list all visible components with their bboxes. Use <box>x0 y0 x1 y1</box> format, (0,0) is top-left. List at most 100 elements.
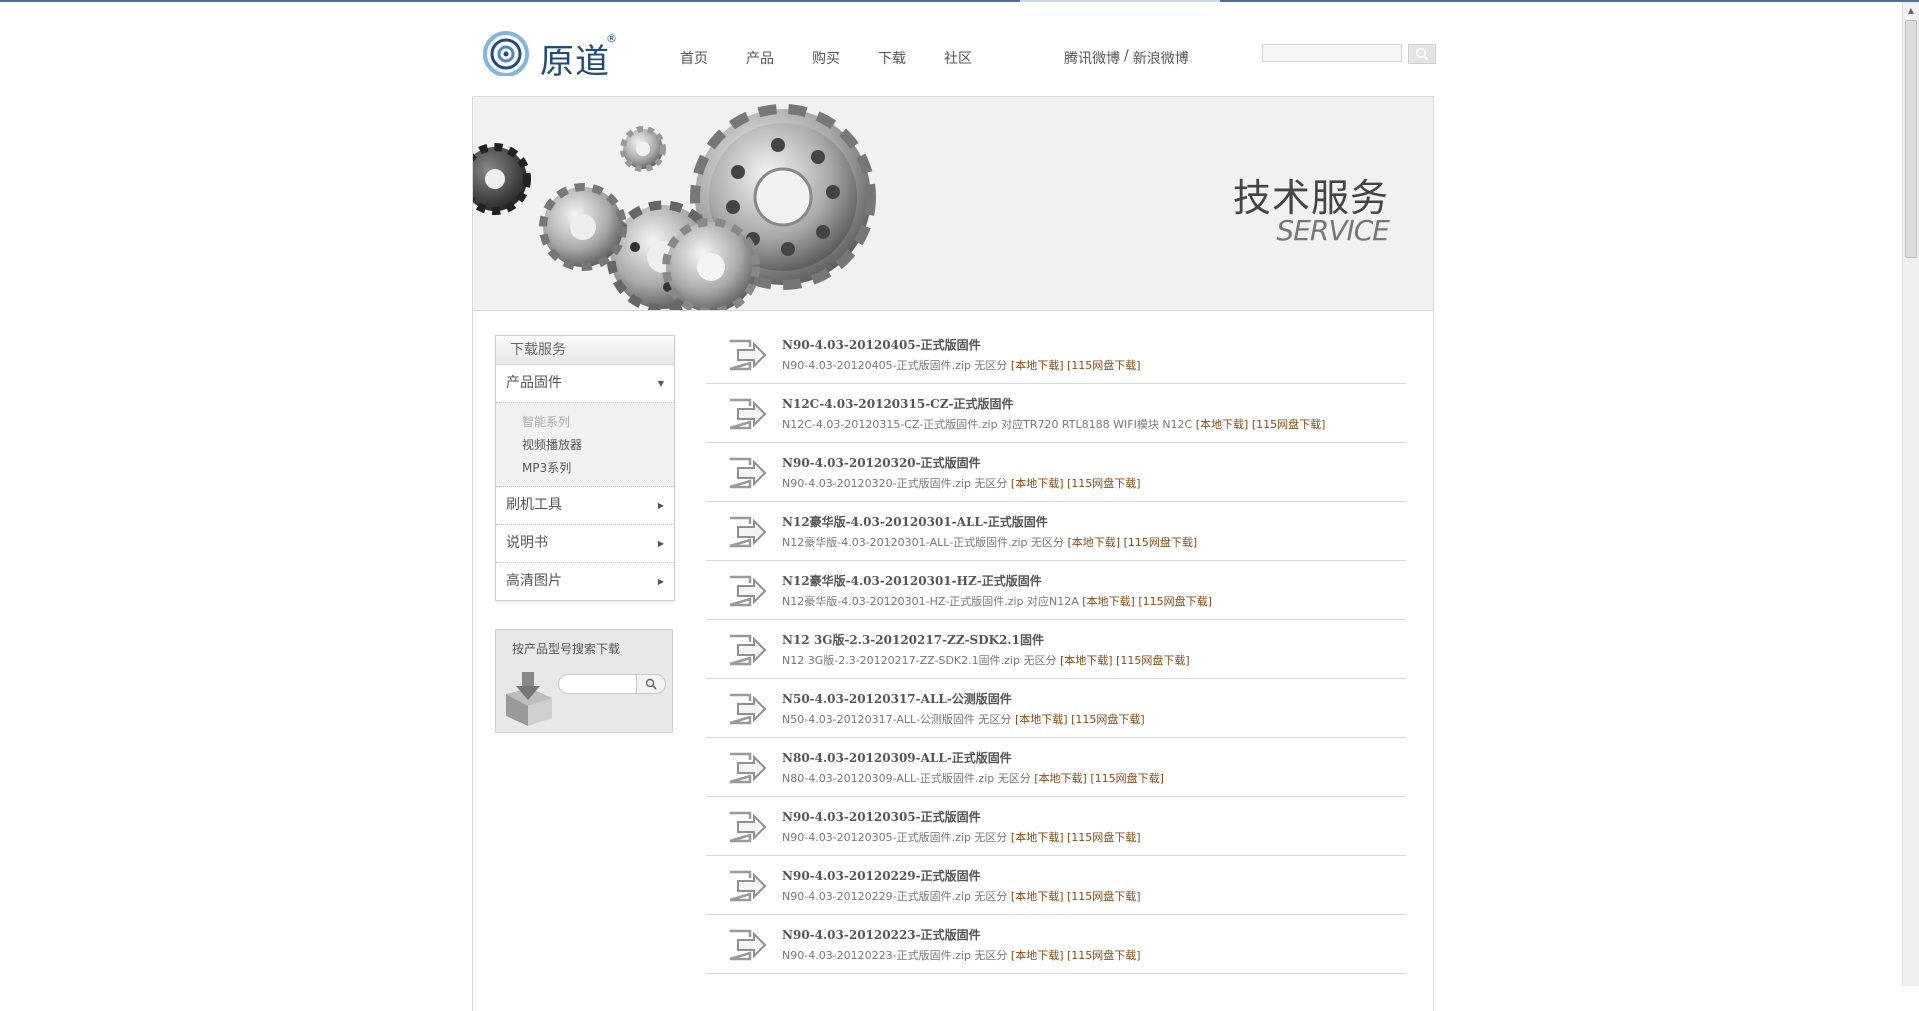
cloud-download-link[interactable]: [115网盘下载] <box>1252 418 1326 431</box>
cloud-download-link[interactable]: [115网盘下载] <box>1090 772 1164 785</box>
sidebar-item-label: 说明书 <box>506 535 548 551</box>
download-arrow-icon <box>729 339 767 371</box>
gears-illustration <box>473 104 876 310</box>
weibo-separator: / <box>1124 48 1129 64</box>
cloud-download-link[interactable]: [115网盘下载] <box>1067 359 1141 372</box>
chevron-right-icon: ▶ <box>657 539 664 548</box>
tencent-weibo-link[interactable]: 腾讯微博 <box>1064 48 1120 68</box>
list-item: N12豪华版-4.03-20120301-ALL-正式版固件 N12豪华版-4.… <box>706 502 1406 561</box>
download-desc-text: N12豪华版-4.03-20120301-ALL-正式版固件.zip 无区分 <box>782 536 1064 549</box>
local-download-link[interactable]: [本地下载] <box>1011 949 1064 962</box>
download-desc-text: N90-4.03-20120223-正式版固件.zip 无区分 <box>782 949 1008 962</box>
download-title[interactable]: N50-4.03-20120317-ALL-公测版固件 <box>782 690 1012 707</box>
site-logo[interactable]: 原道 ® <box>482 30 617 82</box>
download-arrow-icon <box>729 398 767 430</box>
cloud-download-link[interactable]: [115网盘下载] <box>1067 831 1141 844</box>
sina-weibo-link[interactable]: 新浪微博 <box>1133 48 1189 68</box>
nav-products[interactable]: 产品 <box>746 48 812 68</box>
local-download-link[interactable]: [本地下载] <box>1196 418 1249 431</box>
list-item: N90-4.03-20120305-正式版固件 N90-4.03-2012030… <box>706 797 1406 856</box>
sidebar-item-manuals[interactable]: 说明书 ▶ <box>496 525 674 563</box>
download-title[interactable]: N12豪华版-4.03-20120301-ALL-正式版固件 <box>782 513 1048 530</box>
local-download-link[interactable]: [本地下载] <box>1011 359 1064 372</box>
download-desc-text: N12 3G版-2.3-20120217-ZZ-SDK2.1固件.zip 无区分 <box>782 654 1057 667</box>
submenu-item-smart-series[interactable]: 智能系列 <box>522 411 674 434</box>
list-item: N90-4.03-20120320-正式版固件 N90-4.03-2012032… <box>706 443 1406 502</box>
download-arrow-icon <box>729 870 767 902</box>
cloud-download-link[interactable]: [115网盘下载] <box>1071 713 1145 726</box>
download-arrow-icon <box>729 811 767 843</box>
scrollbar-thumb[interactable] <box>1905 20 1917 258</box>
list-item: N90-4.03-20120229-正式版固件 N90-4.03-2012022… <box>706 856 1406 915</box>
download-desc: N12豪华版-4.03-20120301-ALL-正式版固件.zip 无区分 [… <box>782 534 1197 550</box>
download-title[interactable]: N90-4.03-20120320-正式版固件 <box>782 454 981 471</box>
download-arrow-icon <box>729 634 767 666</box>
sidebar-item-label: 刷机工具 <box>506 497 562 513</box>
cloud-download-link[interactable]: [115网盘下载] <box>1067 890 1141 903</box>
submenu-item-mp3-series[interactable]: MP3系列 <box>522 457 674 480</box>
cloud-download-link[interactable]: [115网盘下载] <box>1116 654 1190 667</box>
local-download-link[interactable]: [本地下载] <box>1034 772 1087 785</box>
download-title[interactable]: N90-4.03-20120305-正式版固件 <box>782 808 981 825</box>
local-download-link[interactable]: [本地下载] <box>1015 713 1068 726</box>
model-search-button[interactable] <box>636 674 666 694</box>
local-download-link[interactable]: [本地下载] <box>1067 536 1120 549</box>
list-item: N80-4.03-20120309-ALL-正式版固件 N80-4.03-201… <box>706 738 1406 797</box>
sidebar-item-hd-images[interactable]: 高清图片 ▶ <box>496 563 674 600</box>
nav-community[interactable]: 社区 <box>944 48 1010 68</box>
download-title[interactable]: N90-4.03-20120405-正式版固件 <box>782 336 981 353</box>
download-title[interactable]: N90-4.03-20120229-正式版固件 <box>782 867 981 884</box>
cloud-download-link[interactable]: [115网盘下载] <box>1138 595 1212 608</box>
swirl-logo-icon <box>483 31 529 76</box>
local-download-link[interactable]: [本地下载] <box>1011 831 1064 844</box>
nav-buy[interactable]: 购买 <box>812 48 878 68</box>
chevron-right-icon: ▶ <box>657 501 664 510</box>
download-list: N90-4.03-20120405-正式版固件 N90-4.03-2012040… <box>706 325 1406 974</box>
sidebar-item-label: 高清图片 <box>506 573 562 589</box>
download-title[interactable]: N12C-4.03-20120315-CZ-正式版固件 <box>782 395 1013 412</box>
model-search-input[interactable] <box>558 674 636 694</box>
download-title[interactable]: N90-4.03-20120223-正式版固件 <box>782 926 981 943</box>
service-banner: 技术服务 SERVICE <box>472 96 1434 311</box>
sidebar-item-flash-tools[interactable]: 刷机工具 ▶ <box>496 487 674 525</box>
download-desc-text: N80-4.03-20120309-ALL-正式版固件.zip 无区分 <box>782 772 1031 785</box>
local-download-link[interactable]: [本地下载] <box>1011 477 1064 490</box>
local-download-link[interactable]: [本地下载] <box>1082 595 1135 608</box>
local-download-link[interactable]: [本地下载] <box>1011 890 1064 903</box>
cloud-download-link[interactable]: [115网盘下载] <box>1067 949 1141 962</box>
header-search-input[interactable] <box>1262 44 1402 62</box>
list-item: N90-4.03-20120405-正式版固件 N90-4.03-2012040… <box>706 325 1406 384</box>
header-search-button[interactable] <box>1408 44 1436 64</box>
submenu-item-video-player[interactable]: 视频播放器 <box>522 434 674 457</box>
download-desc-text: N90-4.03-20120305-正式版固件.zip 无区分 <box>782 831 1008 844</box>
download-desc-text: N12C-4.03-20120315-CZ-正式版固件.zip 对应TR720 … <box>782 418 1193 431</box>
cloud-download-link[interactable]: [115网盘下载] <box>1124 536 1198 549</box>
model-search-title: 按产品型号搜索下载 <box>512 642 621 656</box>
download-desc: N12豪华版-4.03-20120301-HZ-正式版固件.zip 对应N12A… <box>782 593 1212 609</box>
folder-download-icon <box>506 672 552 726</box>
list-item: N90-4.03-20120223-正式版固件 N90-4.03-2012022… <box>706 915 1406 974</box>
download-desc: N12C-4.03-20120315-CZ-正式版固件.zip 对应TR720 … <box>782 416 1325 432</box>
sidebar-item-firmware[interactable]: 产品固件 ▼ <box>496 365 674 403</box>
scroll-up-icon[interactable]: ▲ <box>1903 2 1919 19</box>
download-title[interactable]: N12豪华版-4.03-20120301-HZ-正式版固件 <box>782 572 1042 589</box>
download-sidebar: 下载服务 产品固件 ▼ 智能系列 视频播放器 MP3系列 刷机工具 ▶ 说明书 … <box>495 335 675 601</box>
local-download-link[interactable]: [本地下载] <box>1060 654 1113 667</box>
main-nav: 首页 产品 购买 下载 社区 <box>680 48 1010 68</box>
registered-mark: ® <box>606 32 617 45</box>
site-header: 原道 ® 首页 产品 购买 下载 社区 腾讯微博 / 新浪微博 <box>472 0 1436 96</box>
download-arrow-icon <box>729 516 767 548</box>
download-desc-text: N90-4.03-20120229-正式版固件.zip 无区分 <box>782 890 1008 903</box>
chevron-right-icon: ▶ <box>657 577 664 586</box>
nav-home[interactable]: 首页 <box>680 48 746 68</box>
cloud-download-link[interactable]: [115网盘下载] <box>1067 477 1141 490</box>
vertical-scrollbar[interactable]: ▲ <box>1902 2 1919 986</box>
banner-title: 技术服务 SERVICE <box>1233 167 1390 247</box>
download-desc: N80-4.03-20120309-ALL-正式版固件.zip 无区分 [本地下… <box>782 770 1164 786</box>
nav-download[interactable]: 下载 <box>878 48 944 68</box>
download-desc: N90-4.03-20120405-正式版固件.zip 无区分 [本地下载] [… <box>782 357 1141 373</box>
download-title[interactable]: N80-4.03-20120309-ALL-正式版固件 <box>782 749 1012 766</box>
download-title[interactable]: N12 3G版-2.3-20120217-ZZ-SDK2.1固件 <box>782 631 1044 648</box>
header-search <box>1262 44 1436 64</box>
download-desc: N90-4.03-20120223-正式版固件.zip 无区分 [本地下载] [… <box>782 947 1141 963</box>
